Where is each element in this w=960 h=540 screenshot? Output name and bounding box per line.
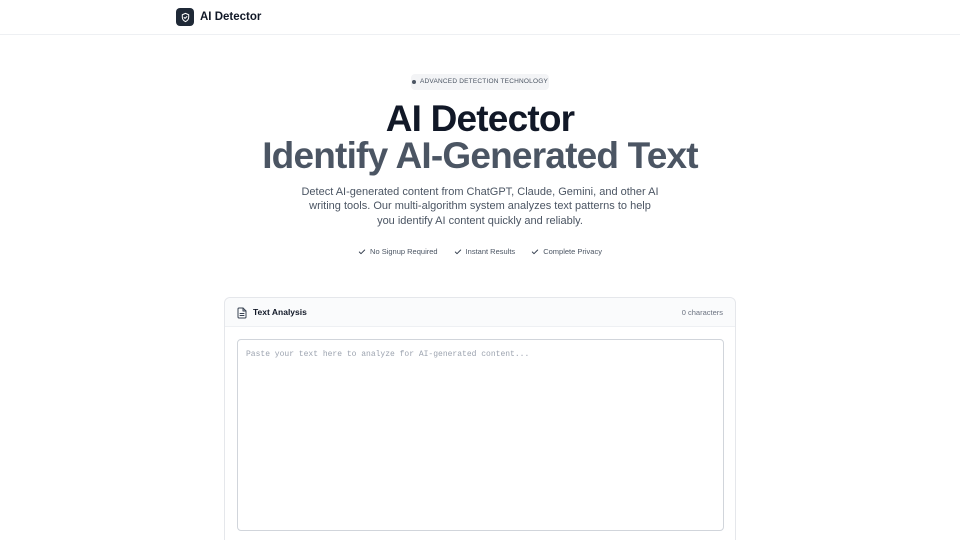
hero-title: AI Detector [385,98,575,139]
text-analysis-card: Text Analysis 0 characters [224,297,736,540]
feature-label: Instant Results [465,247,516,256]
character-count: 0 characters [681,308,723,317]
feature-item: Instant Results [454,247,516,257]
check-icon [454,249,461,255]
check-icon [358,249,366,255]
feature-list: No Signup Required Instant Results Compl… [0,247,960,257]
feature-item: Complete Privacy [531,247,602,257]
card-header: Text Analysis 0 characters [225,298,735,327]
tech-badge: ADVANCED DETECTION TECHNOLOGY [411,74,549,90]
logo[interactable] [176,8,194,26]
hero-subtitle: Identify AI-Generated Text [262,135,698,176]
feature-item: No Signup Required [358,247,438,257]
feature-label: Complete Privacy [543,247,602,256]
navbar: AI Detector [0,0,960,35]
text-input[interactable] [237,339,724,531]
brand-name[interactable]: AI Detector [200,10,261,24]
feature-label: No Signup Required [370,247,438,256]
shield-check-icon [181,12,189,22]
badge-text: ADVANCED DETECTION TECHNOLOGY [420,78,548,85]
card-title: Text Analysis [253,307,307,317]
hero-description: Detect AI-generated content from ChatGPT… [301,186,659,227]
check-icon [532,249,539,255]
document-icon [237,307,247,319]
badge-dot [412,80,416,84]
